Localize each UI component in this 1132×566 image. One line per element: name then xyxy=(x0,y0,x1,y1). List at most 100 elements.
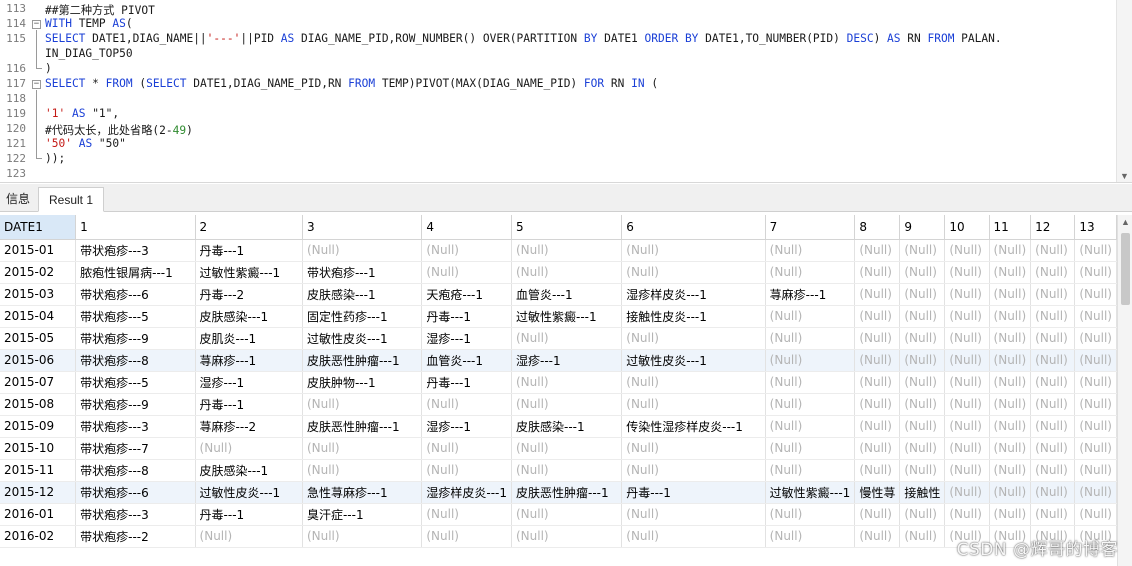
table-cell[interactable]: (Null) xyxy=(421,525,512,548)
code-line[interactable]: IN_DIAG_TOP50 xyxy=(45,47,133,60)
table-cell[interactable]: 湿疹---1 xyxy=(511,349,623,372)
date-cell[interactable]: 2015-08 xyxy=(0,393,77,416)
result-grid[interactable]: DATE1 1 2 3 4 5 6 7 8 9 10 11 12 13 2015-01 带状疱疹---3 丹毒… xyxy=(0,215,1117,566)
editor-vertical-scrollbar[interactable]: ▼ xyxy=(1116,0,1132,182)
column-header[interactable]: 4 xyxy=(421,215,512,240)
table-cell[interactable]: (Null) xyxy=(854,525,901,548)
table-cell[interactable]: (Null) xyxy=(621,371,766,394)
table-cell[interactable]: 带状疱疹---9 xyxy=(75,327,196,350)
table-cell[interactable]: (Null) xyxy=(511,261,623,284)
table-row[interactable]: 2015-09 带状疱疹---3 荨麻疹---2 皮肤恶性肿瘤---1 湿疹---1 皮肤… xyxy=(0,415,1117,438)
code-line[interactable]: SELECT DATE1,DIAG_NAME||'---'||PID AS DI… xyxy=(45,32,1002,45)
table-cell[interactable]: (Null) xyxy=(511,525,623,548)
table-row[interactable]: 2015-02 脓疱性银屑病---1 过敏性紫癜---1 带状疱疹---1 (Null)… xyxy=(0,261,1117,284)
table-cell[interactable]: 固定性药疹---1 xyxy=(302,305,423,328)
table-cell[interactable]: (Null) xyxy=(195,437,303,460)
code-line[interactable]: #代码太长，此处省略(2-49) xyxy=(45,122,193,138)
table-cell[interactable]: (Null) xyxy=(989,239,1032,262)
table-cell[interactable]: (Null) xyxy=(944,503,990,526)
table-cell[interactable]: (Null) xyxy=(854,371,901,394)
table-row[interactable]: 2016-02 带状疱疹---2 (Null) (Null) (Null) (Null)(… xyxy=(0,525,1117,548)
table-cell[interactable]: (Null) xyxy=(765,371,856,394)
table-cell[interactable]: (Null) xyxy=(1074,239,1117,262)
table-cell[interactable]: (Null) xyxy=(511,459,623,482)
table-cell[interactable]: (Null) xyxy=(511,437,623,460)
table-cell[interactable]: 传染性湿疹样皮炎---1 xyxy=(621,415,766,438)
table-cell[interactable]: (Null) xyxy=(1074,261,1117,284)
table-cell[interactable]: (Null) xyxy=(899,261,946,284)
table-cell[interactable]: (Null) xyxy=(899,525,946,548)
table-cell[interactable]: 皮肤恶性肿瘤---1 xyxy=(511,481,623,504)
code-line[interactable]: '1' AS "1", xyxy=(45,107,119,120)
table-cell[interactable]: (Null) xyxy=(944,239,990,262)
table-cell[interactable]: (Null) xyxy=(1074,371,1117,394)
table-cell[interactable]: (Null) xyxy=(1030,371,1076,394)
table-cell[interactable]: (Null) xyxy=(944,327,990,350)
date-cell[interactable]: 2015-04 xyxy=(0,305,77,328)
table-cell[interactable]: 荨麻疹---1 xyxy=(765,283,856,306)
table-cell[interactable]: (Null) xyxy=(1030,261,1076,284)
table-cell[interactable]: (Null) xyxy=(765,261,856,284)
table-cell[interactable]: 接触性 xyxy=(899,481,946,504)
column-header[interactable]: 1 xyxy=(75,215,196,240)
table-cell[interactable]: (Null) xyxy=(421,261,512,284)
table-cell[interactable]: (Null) xyxy=(765,393,856,416)
table-cell[interactable]: (Null) xyxy=(421,437,512,460)
table-cell[interactable]: (Null) xyxy=(854,459,901,482)
table-cell[interactable]: (Null) xyxy=(302,525,423,548)
code-line[interactable]: WITH TEMP AS( xyxy=(45,17,133,30)
table-cell[interactable]: (Null) xyxy=(1030,459,1076,482)
table-cell[interactable]: (Null) xyxy=(765,349,856,372)
table-cell[interactable]: 湿疹样皮炎---1 xyxy=(621,283,766,306)
column-header[interactable]: 2 xyxy=(195,215,303,240)
table-cell[interactable]: (Null) xyxy=(854,503,901,526)
table-cell[interactable]: (Null) xyxy=(989,349,1032,372)
table-cell[interactable]: (Null) xyxy=(944,393,990,416)
table-cell[interactable]: 带状疱疹---6 xyxy=(75,283,196,306)
date-cell[interactable]: 2015-10 xyxy=(0,437,77,460)
column-header[interactable]: 5 xyxy=(511,215,623,240)
date-cell[interactable]: 2015-12 xyxy=(0,481,77,504)
table-cell[interactable]: (Null) xyxy=(621,327,766,350)
table-cell[interactable]: (Null) xyxy=(621,459,766,482)
column-header[interactable]: 6 xyxy=(621,215,766,240)
table-cell[interactable]: (Null) xyxy=(899,503,946,526)
code-line[interactable]: '50' AS "50" xyxy=(45,137,126,150)
sql-editor[interactable]: 113 114 115 116 117 118 119 120 121 122 123 ##第二种方… xyxy=(0,0,1132,183)
table-cell[interactable]: (Null) xyxy=(302,459,423,482)
table-cell[interactable]: (Null) xyxy=(765,305,856,328)
table-cell[interactable]: 过敏性皮炎---1 xyxy=(302,327,423,350)
table-cell[interactable]: (Null) xyxy=(1030,415,1076,438)
table-cell[interactable]: (Null) xyxy=(1030,503,1076,526)
table-cell[interactable]: 天疱疮---1 xyxy=(421,283,512,306)
table-cell[interactable]: (Null) xyxy=(1074,283,1117,306)
table-cell[interactable]: (Null) xyxy=(899,283,946,306)
column-header[interactable]: DATE1 xyxy=(0,215,77,240)
table-cell[interactable]: (Null) xyxy=(899,349,946,372)
table-cell[interactable]: (Null) xyxy=(765,437,856,460)
table-cell[interactable]: (Null) xyxy=(621,393,766,416)
code-line[interactable]: SELECT * FROM (SELECT DATE1,DIAG_NAME_PI… xyxy=(45,77,658,90)
table-cell[interactable]: 带状疱疹---3 xyxy=(75,503,196,526)
table-cell[interactable]: 带状疱疹---6 xyxy=(75,481,196,504)
column-header[interactable]: 7 xyxy=(765,215,856,240)
table-cell[interactable]: 过敏性紫癜---1 xyxy=(765,481,856,504)
table-cell[interactable]: (Null) xyxy=(989,415,1032,438)
table-cell[interactable]: 带状疱疹---3 xyxy=(75,415,196,438)
column-header[interactable]: 13 xyxy=(1074,215,1117,240)
table-cell[interactable]: 慢性荨 xyxy=(854,481,901,504)
table-cell[interactable]: 过敏性紫癜---1 xyxy=(511,305,623,328)
table-cell[interactable]: (Null) xyxy=(621,437,766,460)
code-line[interactable]: ##第二种方式 PIVOT xyxy=(45,2,155,18)
table-cell[interactable]: (Null) xyxy=(1030,349,1076,372)
table-cell[interactable]: 带状疱疹---5 xyxy=(75,371,196,394)
date-cell[interactable]: 2015-07 xyxy=(0,371,77,394)
table-row[interactable]: 2015-12 带状疱疹---6 过敏性皮炎---1 急性荨麻疹---1 湿疹样皮炎--… xyxy=(0,481,1117,504)
table-cell[interactable]: (Null) xyxy=(899,239,946,262)
table-cell[interactable]: 皮肤感染---1 xyxy=(195,459,303,482)
column-header[interactable]: 3 xyxy=(302,215,423,240)
date-cell[interactable]: 2015-01 xyxy=(0,239,77,262)
table-cell[interactable]: (Null) xyxy=(944,349,990,372)
date-cell[interactable]: 2015-05 xyxy=(0,327,77,350)
scrollbar-thumb[interactable] xyxy=(1121,233,1130,305)
